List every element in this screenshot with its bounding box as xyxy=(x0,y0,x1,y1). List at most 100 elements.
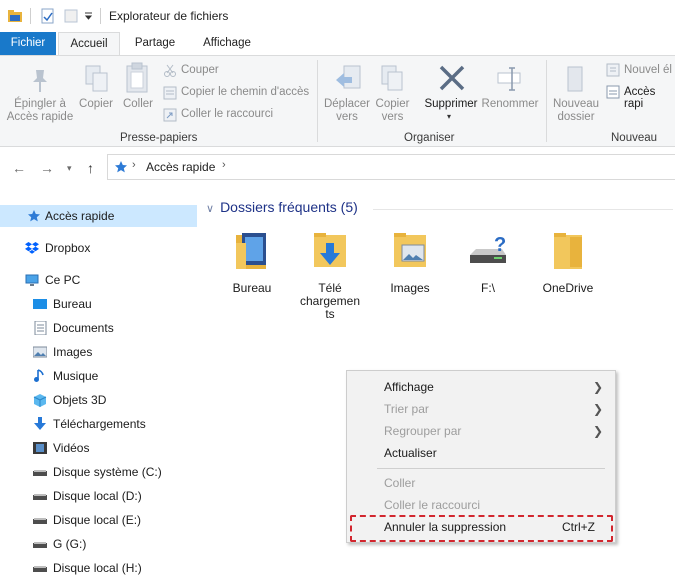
sidebar-item-3d-objects[interactable]: Objets 3D xyxy=(0,389,197,411)
sidebar-item-label: Disque local (E:) xyxy=(53,513,142,527)
ribbon-separator xyxy=(546,60,547,142)
delete-x-icon xyxy=(439,65,465,91)
sidebar-item-drive-h[interactable]: Disque local (H:) xyxy=(0,557,197,576)
sidebar-item-drive-g[interactable]: G (G:) xyxy=(0,533,197,555)
sidebar-item-documents[interactable]: Documents xyxy=(0,317,197,339)
drive-icon xyxy=(33,566,47,572)
menu-item-label: Affichage xyxy=(384,380,434,394)
folder-tile-pictures[interactable]: Images xyxy=(370,229,450,295)
sidebar-item-label: Disque local (H:) xyxy=(53,561,142,575)
move-to-icon xyxy=(336,65,361,89)
drive-icon xyxy=(33,518,47,524)
rename-label: Renommer xyxy=(481,98,539,110)
chevron-down-icon: ∨ xyxy=(206,203,215,215)
drive-unknown-icon: ? xyxy=(470,234,506,263)
sidebar-item-drive-d[interactable]: Disque local (D:) xyxy=(0,485,197,507)
copy-to-label-1: Copier xyxy=(375,98,410,110)
tab-share[interactable]: Partage xyxy=(128,32,182,55)
chevron-right-icon: ❯ xyxy=(593,380,604,394)
folder-label: Télé chargemen ts xyxy=(290,282,370,321)
frequent-folders-header[interactable]: ∨ Dossiers fréquents (5) xyxy=(206,199,358,215)
folder-tile-onedrive[interactable]: OneDrive xyxy=(528,229,608,295)
drive-icon xyxy=(33,470,47,476)
sidebar-item-quick-access[interactable]: Accès rapide xyxy=(0,205,197,227)
chevron-right-icon: ❯ xyxy=(593,402,604,416)
menu-item-sort-by[interactable]: Trier par ❯ xyxy=(347,398,615,420)
up-arrow-icon[interactable]: ↑ xyxy=(87,160,94,176)
folder-tile-desktop[interactable]: Bureau xyxy=(212,229,292,295)
cut-label: Couper xyxy=(181,64,219,76)
sidebar-item-this-pc[interactable]: Ce PC xyxy=(0,269,197,291)
star-icon xyxy=(115,161,127,173)
desktop-folder-icon xyxy=(236,233,266,269)
tab-view[interactable]: Affichage xyxy=(196,32,258,55)
move-to-label-1: Déplacer xyxy=(323,98,371,110)
new-folder-label-2: dossier xyxy=(557,111,595,123)
menu-item-label: Actualiser xyxy=(384,446,437,460)
navigation-bar: ← → ▾ ↑ › Accès rapide › xyxy=(0,147,675,187)
tab-home[interactable]: Accueil xyxy=(58,32,120,56)
address-path[interactable]: Accès rapide xyxy=(146,160,215,174)
menu-item-group-by[interactable]: Regrouper par ❯ xyxy=(347,420,615,442)
sidebar-item-music[interactable]: Musique xyxy=(0,365,197,387)
clipboard-icon xyxy=(126,62,148,93)
ribbon-tabs: Fichier Accueil Partage Affichage xyxy=(0,32,675,56)
folder-tile-downloads[interactable]: Télé chargemen ts xyxy=(290,229,370,321)
sidebar-item-downloads[interactable]: Téléchargements xyxy=(0,413,197,435)
folder-label: Images xyxy=(390,281,430,295)
downloads-folder-icon xyxy=(314,233,346,267)
sidebar-item-drive-c[interactable]: Disque système (C:) xyxy=(0,461,197,483)
new-folder-qa-icon[interactable] xyxy=(63,8,79,24)
chevron-right-icon: ❯ xyxy=(593,424,604,438)
folder-tile-drive-f[interactable]: ? F:\ xyxy=(448,229,528,295)
menu-item-label: Trier par xyxy=(384,402,429,416)
sidebar-item-label: Documents xyxy=(53,321,114,335)
ribbon-separator xyxy=(317,60,318,142)
drive-icon xyxy=(33,542,47,548)
section-title: Dossiers fréquents (5) xyxy=(220,199,358,215)
breadcrumb-chevron-icon[interactable]: › xyxy=(222,159,226,171)
folder-label: OneDrive xyxy=(542,281,594,295)
delete-label: Supprimer xyxy=(424,98,478,110)
menu-item-view[interactable]: Affichage ❯ xyxy=(347,376,615,398)
objects3d-icon xyxy=(33,394,47,407)
sidebar-item-drive-e[interactable]: Disque local (E:) xyxy=(0,509,197,531)
new-folder-label-1: Nouveau xyxy=(552,98,600,110)
onedrive-folder-icon xyxy=(554,233,582,269)
tab-file[interactable]: Fichier xyxy=(0,32,56,55)
copy-icon xyxy=(85,65,108,92)
menu-item-paste-shortcut[interactable]: Coller le raccourci xyxy=(347,494,615,516)
pin-label-1: Épingler à xyxy=(14,98,66,110)
sidebar-item-pictures[interactable]: Images xyxy=(0,341,197,363)
back-arrow-icon[interactable]: ← xyxy=(12,160,26,176)
properties-icon[interactable] xyxy=(40,8,56,24)
customize-toolbar-chevron-icon[interactable] xyxy=(84,12,94,20)
copy-path-label: Copier le chemin d'accès xyxy=(181,86,310,98)
sidebar-item-desktop[interactable]: Bureau xyxy=(0,293,197,315)
new-folder-icon xyxy=(567,66,583,92)
pc-icon xyxy=(25,274,39,286)
sidebar-item-label: Images xyxy=(53,345,93,359)
drive-icon xyxy=(33,494,47,500)
recent-chevron-icon[interactable]: ▾ xyxy=(67,163,72,174)
forward-arrow-icon[interactable]: → xyxy=(40,160,54,176)
organize-group-label: Organiser xyxy=(404,132,455,144)
menu-item-label: Coller xyxy=(384,476,416,490)
star-icon xyxy=(28,210,40,222)
menu-item-refresh[interactable]: Actualiser xyxy=(347,442,615,464)
new-item-icon xyxy=(606,63,620,77)
sidebar-item-dropbox[interactable]: Dropbox xyxy=(0,237,197,259)
paste-shortcut-label: Coller le raccourci xyxy=(181,108,274,120)
copy-to-label-2: vers xyxy=(381,111,404,123)
address-bar[interactable]: › Accès rapide › xyxy=(107,154,675,180)
copy-path-icon xyxy=(163,86,177,100)
delete-dropdown-icon: ▾ xyxy=(447,112,452,121)
menu-item-paste[interactable]: Coller xyxy=(347,472,615,494)
sidebar-item-label: Disque local (D:) xyxy=(53,489,142,503)
dropbox-icon xyxy=(25,242,39,254)
sidebar-item-videos[interactable]: Vidéos xyxy=(0,437,197,459)
breadcrumb-chevron-icon[interactable]: › xyxy=(132,159,136,171)
sidebar-item-label: Accès rapide xyxy=(45,209,115,223)
move-to-label-2: vers xyxy=(336,111,358,123)
sidebar-item-label: Musique xyxy=(53,369,99,383)
